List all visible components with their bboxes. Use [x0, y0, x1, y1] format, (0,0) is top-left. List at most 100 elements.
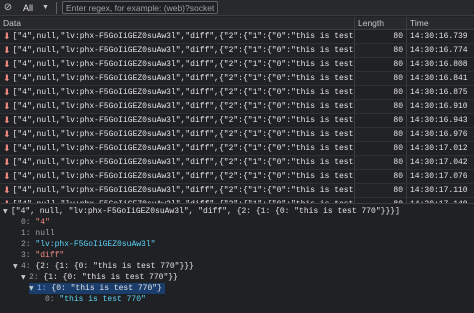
arrow-down-icon: ⬇ [3, 157, 11, 168]
expand-triangle-icon: ▼ [29, 285, 34, 292]
tree-item[interactable]: 2: "lv:phx-F5GoIiGEZ0suAw3l" [21, 239, 155, 250]
column-header-length[interactable]: Length [355, 17, 407, 29]
tree-item[interactable]: ▼ 2: {1: {0: "this is test 770"}} [21, 272, 178, 283]
tree-value: {2: {1: {0: "this is test 770"}}} [35, 262, 194, 271]
message-data: ["4",null,"lv:phx-F5GoIiGEZ0suAw3l","dif… [12, 46, 354, 55]
cell-time: 14:30:16.910 [410, 102, 468, 111]
cell-time: 14:30:16.976 [410, 130, 468, 139]
cell-length: 80 [355, 58, 407, 71]
table-body: ⬇ ["4",null,"lv:phx-F5GoIiGEZ0suAw3l","di… [0, 30, 474, 203]
clear-icon[interactable]: ⊘ [0, 0, 16, 16]
message-data: ["4",null,"lv:phx-F5GoIiGEZ0suAw3l","dif… [12, 172, 354, 181]
regex-filter-input[interactable]: Enter regex, for example: (web)?socket [61, 1, 218, 14]
message-data: ["4",null,"lv:phx-F5GoIiGEZ0suAw3l","dif… [12, 88, 354, 97]
tree-key: 2: [29, 273, 39, 282]
cell-data: ⬇["4",null,"lv:phx-F5GoIiGEZ0suAw3l","di… [0, 156, 355, 169]
tree-item[interactable]: ▼ 4: {2: {1: {0: "this is test 770"}}} [13, 261, 194, 272]
table-row[interactable]: ⬇["4",null,"lv:phx-F5GoIiGEZ0suAw3l","di… [0, 156, 474, 170]
table-row[interactable]: ⬇["4",null,"lv:phx-F5GoIiGEZ0suAw3l","di… [0, 184, 474, 198]
cell-data: ⬇["4",null,"lv:phx-F5GoIiGEZ0suAw3l","di… [0, 58, 355, 71]
cell-time: 14:30:16.943 [410, 116, 468, 125]
message-data: ["4",null,"lv:phx-F5GoIiGEZ0suAw3l","dif… [12, 60, 354, 69]
table-row[interactable]: ⬇["4",null,"lv:phx-F5GoIiGEZ0suAw3l","di… [0, 114, 474, 128]
cell-data: ⬇["4",null,"lv:phx-F5GoIiGEZ0suAw3l","di… [0, 86, 355, 99]
table-row[interactable]: ⬇["4",null,"lv:phx-F5GoIiGEZ0suAw3l","di… [0, 58, 474, 72]
tree-value: "4" [35, 218, 50, 227]
tree-root-summary: ["4", null, "lv:phx-F5GoIiGEZ0suAw3l", "… [11, 207, 400, 216]
cell-time: 14:30:16.875 [410, 88, 468, 97]
toolbar: ⊘ All ▼ Enter regex, for example: (web)?… [0, 0, 474, 16]
tree-key: 0: [21, 218, 31, 227]
message-data: ["4",null,"lv:phx-F5GoIiGEZ0suAw3l","dif… [12, 102, 354, 111]
cell-length: 80 [355, 44, 407, 57]
message-data: ["4",null,"lv:phx-F5GoIiGEZ0suAw3l","dif… [12, 186, 354, 195]
cell-length: 80 [355, 170, 407, 183]
cell-length: 80 [355, 128, 407, 141]
regex-filter-placeholder: Enter regex, for example: (web)?socket [65, 2, 215, 13]
expand-triangle-icon: ▼ [13, 263, 18, 270]
arrow-down-icon: ⬇ [3, 115, 11, 126]
table-row[interactable]: ⬇["4",null,"lv:phx-F5GoIiGEZ0suAw3l","di… [0, 30, 474, 44]
arrow-down-icon: ⬇ [3, 143, 11, 154]
tree-value: "this is test 770" [59, 295, 146, 304]
arrow-down-icon: ⬇ [3, 129, 11, 140]
cell-time: 14:30:17.110 [410, 186, 468, 195]
cell-data: ⬇["4",null,"lv:phx-F5GoIiGEZ0suAw3l","di… [0, 114, 355, 127]
column-header-time[interactable]: Time [407, 17, 474, 29]
cell-data: ⬇["4",null,"lv:phx-F5GoIiGEZ0suAw3l","di… [0, 128, 355, 141]
table-row[interactable]: ⬇["4",null,"lv:phx-F5GoIiGEZ0suAw3l","di… [0, 128, 474, 142]
tree-item[interactable]: 1: null [21, 228, 55, 239]
message-data: ["4",null,"lv:phx-F5GoIiGEZ0suAw3l","dif… [12, 158, 354, 167]
cell-length: 80 [355, 156, 407, 169]
message-filter-label: All [23, 2, 34, 13]
table-row[interactable]: ⬇["4",null,"lv:phx-F5GoIiGEZ0suAw3l","di… [0, 170, 474, 184]
tree-item-selected[interactable]: ▼ 1: {0: "this is test 770"} [29, 283, 165, 294]
tree-value: {0: "this is test 770"} [51, 284, 162, 293]
cell-length: 80 [355, 114, 407, 127]
chevron-down-icon: ▼ [42, 4, 49, 11]
cell-data: ⬇["4",null,"lv:phx-F5GoIiGEZ0suAw3l","di… [0, 170, 355, 183]
cell-length: 80 [355, 30, 407, 43]
message-data: ["4",null,"lv:phx-F5GoIiGEZ0suAw3l","dif… [12, 74, 354, 83]
expand-triangle-icon: ▼ [3, 208, 8, 215]
tree-item[interactable]: 0: "4" [21, 217, 50, 228]
arrow-down-icon: ⬇ [3, 185, 11, 196]
tree-item[interactable]: 3: "diff" [21, 250, 64, 261]
arrow-down-icon: ⬇ [3, 45, 11, 56]
messages-table: Data Length Time ⬇ ["4",null,"lv:phx-F5Go… [0, 17, 474, 203]
message-filter-select[interactable]: All ▼ [20, 1, 52, 14]
cell-time: 14:30:16.808 [410, 60, 468, 69]
message-data: ["4",null,"lv:phx-F5GoIiGEZ0suAw3l","dif… [12, 32, 354, 41]
tree-root[interactable]: ▼ ["4", null, "lv:phx-F5GoIiGEZ0suAw3l",… [3, 206, 400, 217]
cell-data: ⬇["4",null,"lv:phx-F5GoIiGEZ0suAw3l","di… [0, 72, 355, 85]
cell-length: 80 [355, 142, 407, 155]
message-data: ["4",null,"lv:phx-F5GoIiGEZ0suAw3l","dif… [12, 116, 354, 125]
table-row[interactable]: ⬇["4",null,"lv:phx-F5GoIiGEZ0suAw3l","di… [0, 100, 474, 114]
message-data: ["4",null,"lv:phx-F5GoIiGEZ0suAw3l","dif… [12, 130, 354, 139]
expand-triangle-icon: ▼ [21, 274, 26, 281]
arrow-down-icon: ⬇ [3, 101, 11, 112]
cell-length: 80 [355, 100, 407, 113]
cell-data: ⬇["4",null,"lv:phx-F5GoIiGEZ0suAw3l","di… [0, 100, 355, 113]
cell-length: 80 [355, 184, 407, 197]
cell-time: 14:30:17.042 [410, 158, 468, 167]
panel-divider[interactable] [0, 203, 474, 204]
cell-data: ⬇["4",null,"lv:phx-F5GoIiGEZ0suAw3l","di… [0, 44, 355, 57]
cell-time: 14:30:16.774 [410, 46, 468, 55]
arrow-down-icon: ⬇ [3, 73, 11, 84]
table-row[interactable]: ⬇["4",null,"lv:phx-F5GoIiGEZ0suAw3l","di… [0, 72, 474, 86]
tree-item[interactable]: 0: "this is test 770" [45, 294, 146, 305]
message-data: ["4",null,"lv:phx-F5GoIiGEZ0suAw3l","dif… [12, 144, 354, 153]
tree-value: "lv:phx-F5GoIiGEZ0suAw3l" [35, 240, 156, 249]
tree-key: 4: [21, 262, 31, 271]
table-row[interactable]: ⬇["4",null,"lv:phx-F5GoIiGEZ0suAw3l","di… [0, 44, 474, 58]
cell-data: ⬇["4",null,"lv:phx-F5GoIiGEZ0suAw3l","di… [0, 184, 355, 197]
cell-data: ⬇["4",null,"lv:phx-F5GoIiGEZ0suAw3l","di… [0, 142, 355, 155]
cell-time: 14:30:16.739 [410, 32, 468, 41]
table-row[interactable]: ⬇["4",null,"lv:phx-F5GoIiGEZ0suAw3l","di… [0, 142, 474, 156]
table-row[interactable]: ⬇["4",null,"lv:phx-F5GoIiGEZ0suAw3l","di… [0, 86, 474, 100]
column-header-data[interactable]: Data [0, 17, 355, 29]
cell-length: 80 [355, 86, 407, 99]
arrow-down-icon: ⬇ [3, 31, 11, 42]
cell-length: 80 [355, 72, 407, 85]
